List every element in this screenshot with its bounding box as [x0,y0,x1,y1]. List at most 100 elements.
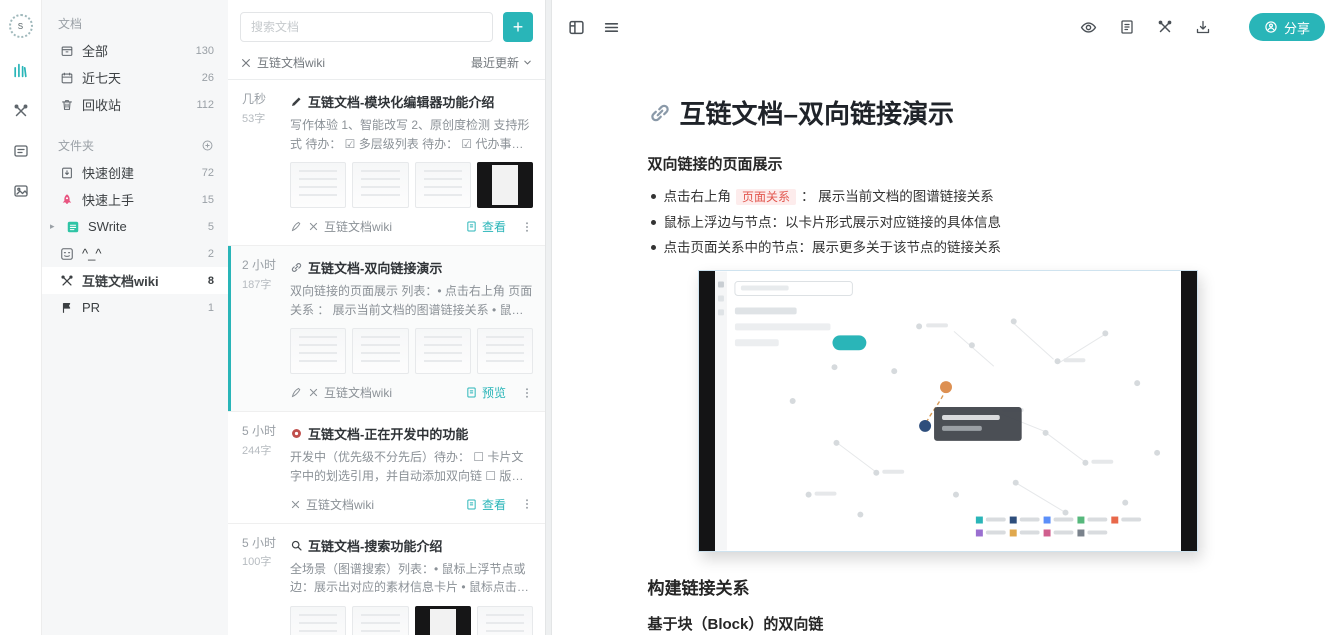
more-options-icon[interactable] [521,221,533,233]
sidebar-item-swrite[interactable]: ▸ SWrite 5 [42,213,228,240]
more-options-icon[interactable] [521,387,533,399]
card-title: 互链文档-正在开发中的功能 [290,424,533,443]
pen-icon [290,386,303,399]
panel-divider[interactable] [545,0,552,635]
card-folder-tag: 互链文档wiki [306,497,374,512]
sidebar-item-pr[interactable]: PR 1 [42,294,228,321]
card-body: 互链文档-正在开发中的功能 开发中（优先级不分先后）待办： ☐ 卡片文字中的划选… [290,424,533,512]
sidebar-item-all[interactable]: 全部 130 [42,37,228,64]
crossed-tools-icon [308,221,319,232]
thumbnail[interactable] [290,328,347,375]
share-button[interactable]: 分享 [1248,13,1325,41]
menu-icon[interactable] [603,19,620,36]
sort-label: 最近更新 [470,56,519,70]
thumbnail[interactable] [290,162,347,209]
bullet-item: 点击页面关系中的节点：展示更多关于该节点的链接关系 [648,235,1248,260]
graph-illustration [714,271,1181,551]
rocket-icon [60,193,74,207]
calendar-icon [60,71,74,85]
card-body: 互链文档-双向链接演示 双向链接的页面展示 列表：• 点击右上角 页面关系 ： … [290,258,533,401]
doc-export-icon[interactable] [1119,19,1135,35]
item-count: 8 [207,274,214,287]
sidebar-item-wiki[interactable]: 互链文档wiki 8 [42,267,228,294]
doc-card-3[interactable]: 5 小时 244字 互链文档-正在开发中的功能 开发中（优先级不分先后）待办： … [228,412,545,524]
card-wordcount: 244字 [242,444,272,457]
doc-heading-build-links: 构建链接关系 [647,579,750,598]
screenshot-content [714,271,1181,551]
save-box-icon[interactable] [1195,19,1211,35]
icon-rail: s [0,0,42,635]
gallery-icon[interactable] [13,183,29,199]
bullet-item: 鼠标上浮边与节点：以卡片形式展示对应链接的具体信息 [648,210,1248,235]
sidebar-item-face[interactable]: ^_^ 2 [42,240,228,267]
thumbnail[interactable] [476,162,533,209]
card-wordcount: 187字 [242,278,272,291]
card-meta: 2 小时 187字 [242,258,280,401]
doc-heading-page-display: 双向链接的页面展示 [647,156,783,173]
card-title: 互链文档-双向链接演示 [290,258,533,277]
view-button[interactable]: 查看 [465,218,506,235]
app-logo[interactable]: s [8,14,33,38]
thumbnail[interactable] [476,328,533,375]
card-title-text: 互链文档-正在开发中的功能 [308,427,469,443]
add-folder-icon[interactable] [201,139,214,152]
card-wordcount: 53字 [242,112,266,125]
card-wordcount: 100字 [242,556,272,569]
card-time: 5 小时 [242,424,277,439]
embedded-graph-screenshot[interactable] [697,270,1198,552]
preview-button[interactable]: 预览 [465,384,506,401]
archive-icon [60,44,74,58]
chevron-down-icon [524,60,531,65]
bullet-text: 点击右上角 [663,189,732,204]
thumbnail[interactable] [414,162,471,209]
expand-caret-icon[interactable]: ▸ [50,221,58,232]
board-view-icon[interactable] [568,19,585,36]
thumbnail[interactable] [352,162,409,209]
card-thumbnails [290,605,533,635]
item-count: 26 [201,71,214,84]
sort-dropdown[interactable]: 最近更新 [471,54,533,71]
notes-icon[interactable] [13,143,29,159]
tools-icon[interactable] [13,103,29,119]
thumbnail[interactable] [352,328,409,375]
thumbnail[interactable] [414,328,471,375]
item-count: 112 [196,98,214,111]
view-label: 查看 [481,220,506,235]
page-title: 互链文档–双向链接演示 [648,94,1248,131]
document-page: 互链文档–双向链接演示 双向链接的页面展示 点击右上角 页面关系 ： 展示当前文档的… [648,54,1248,635]
editor-area: 分享 互链文档–双向链接演示 双向链接的页面展示 点击右上角 页面关系 ： 展示当前… [552,0,1343,635]
new-doc-button[interactable]: + [503,12,533,42]
thumbnail[interactable] [290,605,347,635]
more-options-icon[interactable] [521,498,533,510]
crossed-tools-icon[interactable] [1157,19,1173,35]
doc-card-4[interactable]: 5 小时 100字 互链文档-搜索功能介绍 全场景（图谱搜索）列表：• 鼠标上浮… [228,524,545,635]
card-body: 互链文档-模块化编辑器功能介绍 写作体验 1、智能改写 2、原创度检测 支持形式… [290,92,533,235]
item-count: 130 [195,44,214,57]
trash-icon [60,98,74,112]
sidebar-item-label: 互链文档wiki [82,274,159,289]
sidebar-section-docs: 文档 [42,10,228,37]
sidebar-item-quick-start[interactable]: 快速上手 15 [42,186,228,213]
thumbnail[interactable] [476,605,533,635]
doc-card-2[interactable]: 2 小时 187字 互链文档-双向链接演示 双向链接的页面展示 列表：• 点击右… [228,246,545,413]
card-excerpt: 开发中（优先级不分先后）待办： ☐ 卡片文字中的划选引用，并自动添加双向链 ☐ … [290,450,524,483]
document-canvas[interactable]: 互链文档–双向链接演示 双向链接的页面展示 点击右上角 页面关系 ： 展示当前文档的… [552,54,1343,635]
card-meta: 5 小时 100字 [242,536,280,635]
library-icon[interactable] [12,62,29,79]
flag-icon [60,301,74,315]
sidebar-item-recent7[interactable]: 近七天 26 [42,64,228,91]
in-development-icon [290,427,303,440]
toolbar-left [568,19,620,36]
file-icon [467,387,476,398]
sidebar-item-quick-create[interactable]: 快速创建 72 [42,159,228,186]
thumbnail[interactable] [352,605,409,635]
pen-icon [290,220,303,233]
search-input[interactable] [240,12,493,42]
eye-icon[interactable] [1080,19,1097,36]
view-button[interactable]: 查看 [465,496,506,513]
search-icon [290,539,303,552]
sidebar-item-trash[interactable]: 回收站 112 [42,91,228,118]
sidebar-item-label: PR [82,300,101,315]
thumbnail[interactable] [414,605,471,635]
doc-card-1[interactable]: 几秒 53字 互链文档-模块化编辑器功能介绍 写作体验 1、智能改写 2、原创度… [228,80,545,247]
